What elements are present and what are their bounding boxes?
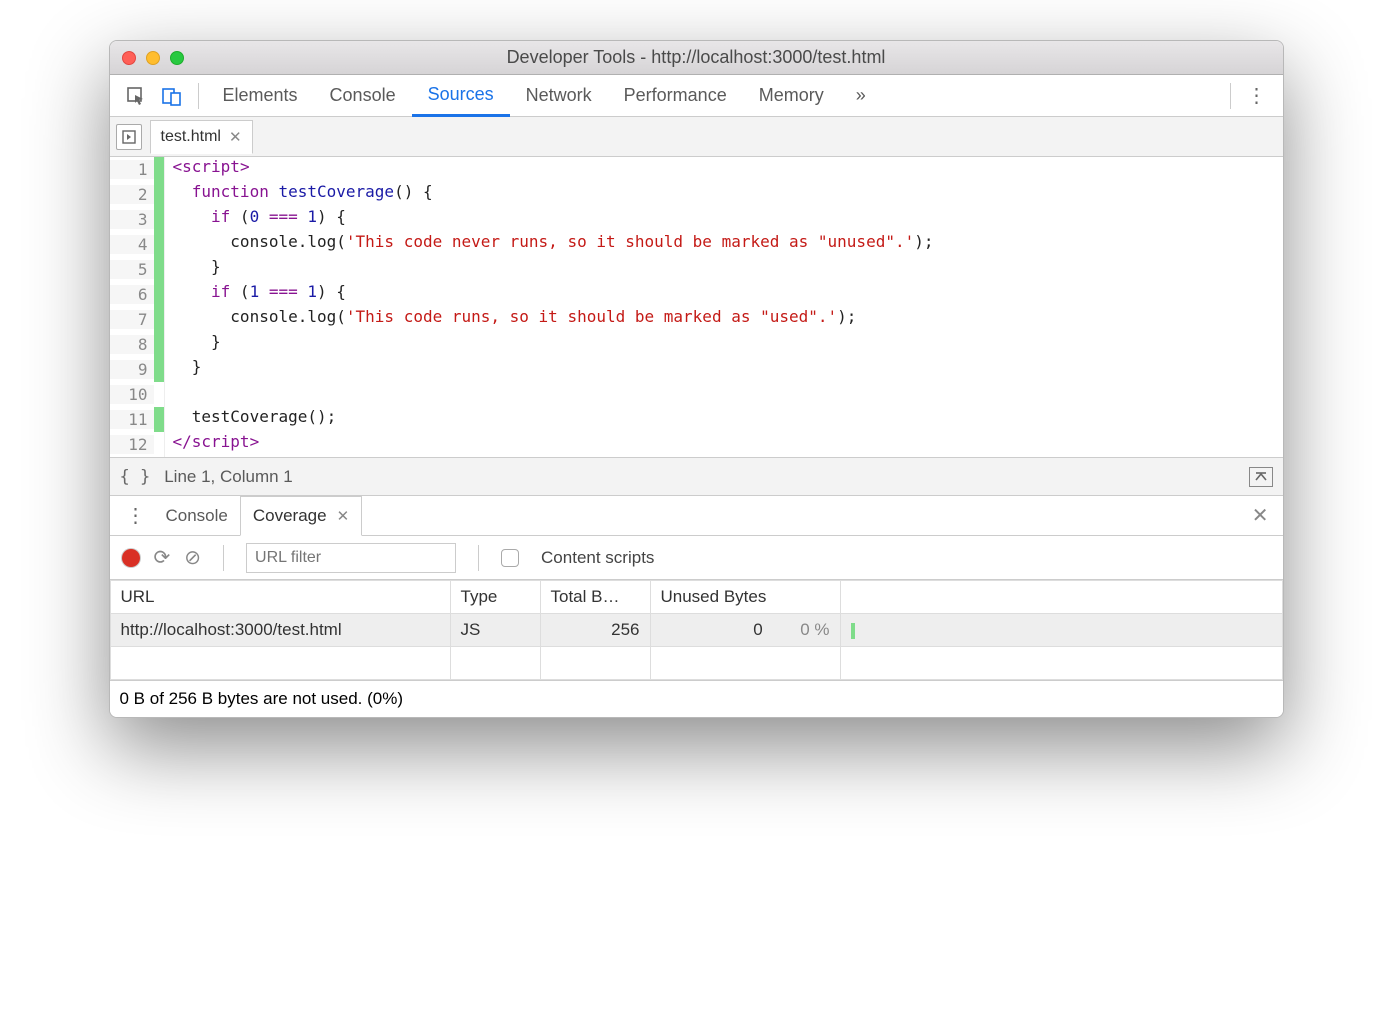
more-menu-icon[interactable]: ⋮ bbox=[1239, 83, 1275, 108]
coverage-marker bbox=[154, 407, 164, 432]
pretty-print-icon[interactable]: { } bbox=[120, 467, 151, 487]
coverage-marker bbox=[154, 282, 164, 307]
lineno: 2 bbox=[110, 185, 154, 204]
title-bar: Developer Tools - http://localhost:3000/… bbox=[110, 41, 1283, 75]
drawer-menu-icon[interactable]: ⋮ bbox=[118, 503, 154, 528]
cursor-position: Line 1, Column 1 bbox=[164, 467, 293, 487]
reload-icon[interactable]: ⟳ bbox=[154, 545, 171, 570]
record-button[interactable] bbox=[122, 549, 140, 567]
lineno: 10 bbox=[110, 385, 154, 404]
separator bbox=[1230, 83, 1231, 109]
code-area[interactable]: <script> function testCoverage() { if (0… bbox=[165, 157, 942, 457]
close-drawer-icon[interactable]: ✕ bbox=[1252, 503, 1269, 528]
lineno: 9 bbox=[110, 360, 154, 379]
col-type[interactable]: Type bbox=[450, 581, 540, 614]
lineno: 12 bbox=[110, 435, 154, 454]
coverage-marker bbox=[154, 332, 164, 357]
coverage-marker bbox=[154, 157, 164, 182]
tab-performance[interactable]: Performance bbox=[608, 75, 743, 117]
toggle-drawer-icon[interactable] bbox=[1249, 467, 1273, 487]
separator bbox=[478, 545, 479, 571]
content-scripts-checkbox[interactable] bbox=[501, 549, 519, 567]
coverage-marker bbox=[154, 357, 164, 382]
close-tab-icon[interactable]: ✕ bbox=[229, 128, 242, 146]
lineno: 11 bbox=[110, 410, 154, 429]
inspect-element-icon[interactable] bbox=[122, 82, 150, 110]
drawer-tab-strip: ⋮ Console Coverage ✕ ✕ bbox=[110, 496, 1283, 536]
content-scripts-label: Content scripts bbox=[541, 548, 654, 568]
col-unused[interactable]: Unused Bytes bbox=[650, 581, 840, 614]
drawer-tab-console[interactable]: Console bbox=[154, 496, 240, 536]
table-header-row: URL Type Total B… Unused Bytes bbox=[110, 581, 1282, 614]
tab-sources[interactable]: Sources bbox=[412, 75, 510, 117]
coverage-marker bbox=[154, 207, 164, 232]
drawer-tab-label: Coverage bbox=[253, 506, 327, 526]
cell-total: 256 bbox=[540, 614, 650, 647]
close-tab-icon[interactable]: ✕ bbox=[337, 507, 350, 525]
lineno: 6 bbox=[110, 285, 154, 304]
tab-elements[interactable]: Elements bbox=[207, 75, 314, 117]
lineno: 5 bbox=[110, 260, 154, 279]
cell-type: JS bbox=[450, 614, 540, 647]
cell-url: http://localhost:3000/test.html bbox=[110, 614, 450, 647]
col-url[interactable]: URL bbox=[110, 581, 450, 614]
line-gutter: 1 2 3 4 5 6 7 8 9 10 11 12 bbox=[110, 157, 165, 457]
source-editor[interactable]: 1 2 3 4 5 6 7 8 9 10 11 12 <script> func… bbox=[110, 157, 1283, 458]
separator bbox=[198, 83, 199, 109]
clear-icon[interactable]: ⊘ bbox=[184, 545, 201, 570]
separator bbox=[223, 545, 224, 571]
file-tab-strip: test.html ✕ bbox=[110, 117, 1283, 157]
devtools-window: Developer Tools - http://localhost:3000/… bbox=[109, 40, 1284, 718]
coverage-toolbar: ⟳ ⊘ Content scripts bbox=[110, 536, 1283, 580]
window-title: Developer Tools - http://localhost:3000/… bbox=[110, 47, 1283, 68]
lineno: 4 bbox=[110, 235, 154, 254]
tab-memory[interactable]: Memory bbox=[743, 75, 840, 117]
lineno: 7 bbox=[110, 310, 154, 329]
table-row bbox=[110, 647, 1282, 680]
coverage-marker bbox=[154, 232, 164, 257]
file-tab-label: test.html bbox=[161, 128, 221, 146]
lineno: 3 bbox=[110, 210, 154, 229]
lineno: 8 bbox=[110, 335, 154, 354]
coverage-status: 0 B of 256 B bytes are not used. (0%) bbox=[110, 680, 1283, 717]
cell-bar bbox=[840, 614, 1282, 647]
coverage-marker bbox=[154, 382, 164, 407]
tab-network[interactable]: Network bbox=[510, 75, 608, 117]
coverage-table: URL Type Total B… Unused Bytes http://lo… bbox=[110, 580, 1283, 680]
editor-status-bar: { } Line 1, Column 1 bbox=[110, 458, 1283, 496]
coverage-marker bbox=[154, 182, 164, 207]
main-toolbar: Elements Console Sources Network Perform… bbox=[110, 75, 1283, 117]
file-tab-test-html[interactable]: test.html ✕ bbox=[150, 120, 253, 154]
coverage-marker bbox=[154, 307, 164, 332]
drawer-tab-coverage[interactable]: Coverage ✕ bbox=[240, 496, 362, 536]
device-toolbar-icon[interactable] bbox=[158, 82, 186, 110]
tab-overflow[interactable]: » bbox=[840, 75, 882, 117]
url-filter-input[interactable] bbox=[246, 543, 456, 573]
tab-console[interactable]: Console bbox=[314, 75, 412, 117]
col-bar bbox=[840, 581, 1282, 614]
col-total[interactable]: Total B… bbox=[540, 581, 650, 614]
show-navigator-button[interactable] bbox=[116, 124, 142, 150]
usage-bar-icon bbox=[851, 623, 855, 639]
coverage-marker bbox=[154, 432, 164, 457]
table-row[interactable]: http://localhost:3000/test.html JS 256 0… bbox=[110, 614, 1282, 647]
lineno: 1 bbox=[110, 160, 154, 179]
cell-unused: 0 0 % bbox=[650, 614, 840, 647]
coverage-marker bbox=[154, 257, 164, 282]
